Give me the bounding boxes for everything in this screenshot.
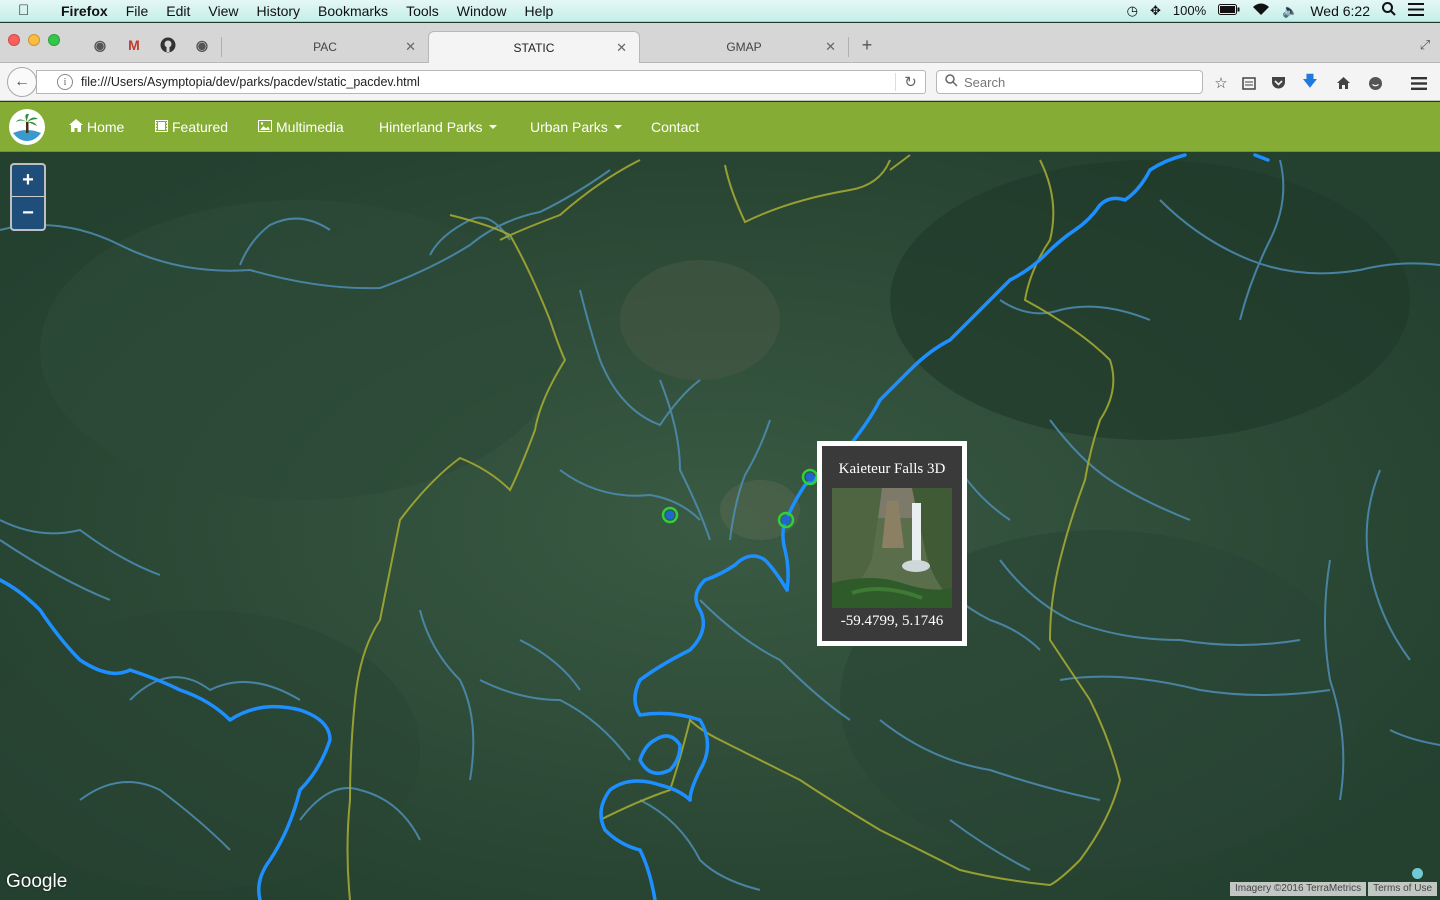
satellite-map[interactable] <box>0 152 1440 900</box>
nav-multimedia[interactable]: Multimedia <box>258 102 344 152</box>
nav-contact-label: Contact <box>651 119 700 135</box>
menu-view[interactable]: View <box>199 3 247 19</box>
back-arrow-icon: ← <box>14 73 30 90</box>
zoom-out-button[interactable]: − <box>12 197 44 229</box>
time-machine-icon[interactable]: ◷ <box>1127 3 1138 19</box>
back-button[interactable]: ← <box>7 67 37 97</box>
menu-history[interactable]: History <box>247 3 309 19</box>
fullscreen-icon[interactable]: ⤢ <box>1416 36 1434 54</box>
marker-dot[interactable] <box>805 472 815 482</box>
reload-icon[interactable]: ↻ <box>895 73 925 91</box>
tab-strip: ◉ M ◉ PAC ✕ STATIC ✕ GMAP ✕ + ⤢ <box>0 23 1440 63</box>
nav-urban-parks-label: Urban Parks <box>530 119 608 135</box>
spotlight-icon[interactable] <box>1382 2 1396 19</box>
pinned-tab-gmail-icon[interactable]: M <box>125 36 143 54</box>
tab-gmap-label: GMAP <box>726 40 762 54</box>
pinned-tab-globe-icon-2[interactable]: ◉ <box>193 36 211 54</box>
tab-pac-close-icon[interactable]: ✕ <box>405 39 416 55</box>
battery-icon[interactable] <box>1218 3 1240 18</box>
nav-featured-label: Featured <box>172 119 229 135</box>
terms-of-use-link[interactable]: Terms of Use <box>1368 882 1438 896</box>
tab-static-label: STATIC <box>513 40 555 55</box>
nav-hinterland-parks-dropdown[interactable]: Hinterland Parks <box>379 102 497 152</box>
tab-pac-label: PAC <box>313 40 337 54</box>
window-close-button[interactable] <box>8 34 20 46</box>
nav-contact[interactable]: Contact <box>651 102 699 152</box>
caret-down-icon <box>613 125 622 129</box>
popup-title: Kaieteur Falls 3D <box>838 461 946 477</box>
google-logo[interactable]: Google <box>6 871 67 893</box>
menu-hamburger-icon[interactable] <box>1409 73 1429 93</box>
nav-urban-parks-dropdown[interactable]: Urban Parks <box>530 102 622 152</box>
home-icon[interactable] <box>1333 73 1353 93</box>
tab-gmap[interactable]: GMAP ✕ <box>640 31 848 63</box>
nav-home[interactable]: Home <box>69 102 124 152</box>
downloads-icon[interactable]: 🡇 <box>1300 73 1320 93</box>
move-icon[interactable]: ✥ <box>1150 3 1161 19</box>
popup-coordinates: -59.4799, 5.1746 <box>840 613 944 629</box>
picture-icon <box>258 119 272 135</box>
menu-bookmarks[interactable]: Bookmarks <box>309 3 397 19</box>
apple-icon[interactable]:  <box>18 2 38 19</box>
tab-pac[interactable]: PAC ✕ <box>222 31 428 63</box>
menu-tools[interactable]: Tools <box>397 3 448 19</box>
menu-bar:  Firefox File Edit View History Bookmar… <box>0 0 1440 22</box>
map-popup[interactable]: Kaieteur Falls 3D -59.4799, 5.1746 <box>817 441 967 646</box>
menu-file[interactable]: File <box>117 3 158 19</box>
map-attribution: Imagery ©2016 TerraMetrics Terms of Use <box>1230 882 1438 896</box>
window-minimize-button[interactable] <box>28 34 40 46</box>
nav-featured[interactable]: Featured <box>155 102 228 152</box>
nav-hinterland-parks-label: Hinterland Parks <box>379 119 483 135</box>
bookmark-star-icon[interactable]: ☆ <box>1211 73 1231 93</box>
search-bar[interactable]: Search <box>936 70 1203 94</box>
film-icon <box>155 119 168 135</box>
nav-multimedia-label: Multimedia <box>276 119 344 135</box>
url-bar[interactable]: i file:///Users/Asymptopia/dev/parks/pac… <box>36 70 926 94</box>
search-icon <box>945 74 958 90</box>
tab-static[interactable]: STATIC ✕ <box>428 31 640 63</box>
url-text[interactable]: file:///Users/Asymptopia/dev/parks/pacde… <box>81 75 420 89</box>
reading-list-icon[interactable] <box>1239 73 1259 93</box>
tab-static-close-icon[interactable]: ✕ <box>616 40 627 56</box>
site-info-icon[interactable]: i <box>57 74 73 90</box>
pocket-icon[interactable] <box>1268 73 1288 93</box>
popup-content: Kaieteur Falls 3D -59.4799, 5.1746 <box>822 446 962 641</box>
marker-dot[interactable] <box>781 515 791 525</box>
pinned-tab-globe-icon[interactable]: ◉ <box>91 36 109 54</box>
search-placeholder: Search <box>964 74 1006 90</box>
battery-percent: 100% <box>1172 3 1207 18</box>
home-icon <box>69 119 83 135</box>
menu-help[interactable]: Help <box>516 3 563 19</box>
site-logo[interactable] <box>9 109 45 145</box>
new-tab-plus-icon[interactable]: + <box>858 35 876 55</box>
pinned-tab-github-icon[interactable] <box>159 36 177 54</box>
volume-icon[interactable]: 🔈 <box>1282 3 1298 19</box>
menu-app-name[interactable]: Firefox <box>52 3 117 19</box>
caret-down-icon <box>488 125 497 129</box>
map-imagery[interactable] <box>0 152 1440 900</box>
zoom-control: + − <box>10 163 46 231</box>
zoom-in-button[interactable]: + <box>12 165 44 197</box>
hello-chat-icon[interactable] <box>1365 73 1385 93</box>
menu-window[interactable]: Window <box>448 3 516 19</box>
pegman-icon[interactable] <box>1412 868 1423 879</box>
clock[interactable]: Wed 6:22 <box>1310 3 1370 19</box>
nav-home-label: Home <box>87 119 125 135</box>
menu-edit[interactable]: Edit <box>157 3 199 19</box>
notification-center-icon[interactable] <box>1408 2 1424 19</box>
navigation-toolbar: i file:///Users/Asymptopia/dev/parks/pac… <box>0 63 1440 101</box>
site-navbar: Home Featured Multimedia Hinterland Park… <box>0 102 1440 152</box>
tab-gmap-close-icon[interactable]: ✕ <box>825 39 836 55</box>
waterfall-photo[interactable] <box>832 488 952 608</box>
wifi-icon[interactable] <box>1252 3 1270 19</box>
imagery-credit: Imagery ©2016 TerraMetrics <box>1230 882 1367 896</box>
window-zoom-button[interactable] <box>48 34 60 46</box>
marker-dot[interactable] <box>665 510 675 520</box>
